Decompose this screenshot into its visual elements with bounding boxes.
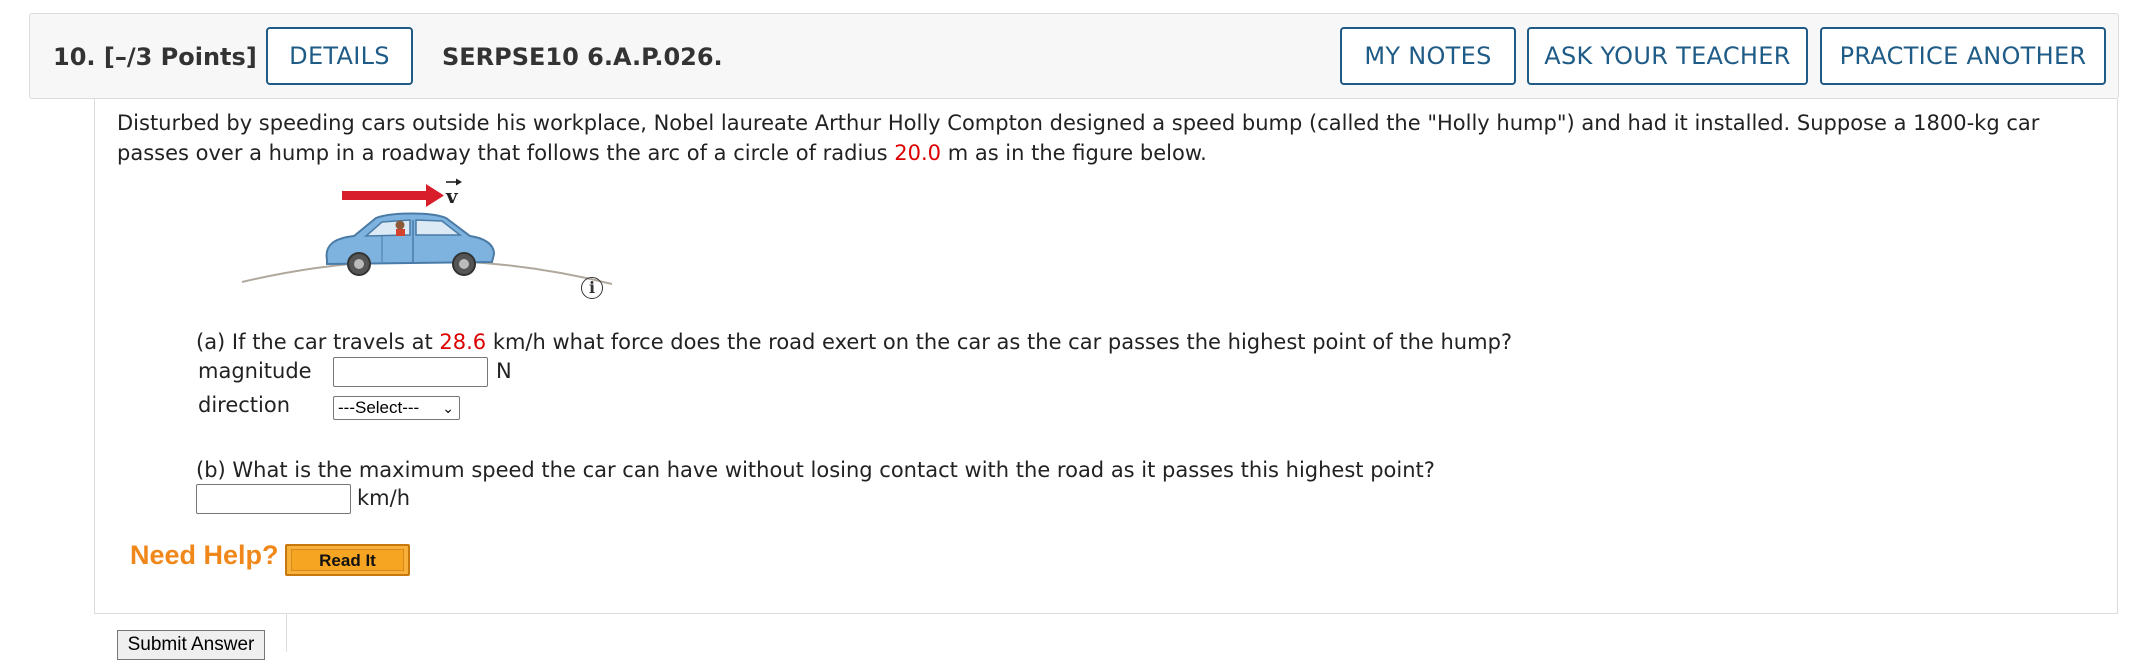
max-speed-input[interactable]	[196, 484, 351, 514]
submit-answer-button[interactable]: Submit Answer	[117, 630, 265, 660]
info-icon[interactable]: i	[581, 277, 603, 299]
max-speed-unit: km/h	[357, 486, 411, 510]
my-notes-button[interactable]: MY NOTES	[1340, 27, 1516, 85]
magnitude-label: magnitude	[198, 359, 312, 383]
divider	[286, 614, 287, 652]
need-help-label: Need Help?	[130, 540, 279, 570]
problem-statement-text-end: m as in the figure below.	[941, 141, 1207, 165]
read-it-button[interactable]: Read It	[285, 544, 410, 576]
car-on-hump-figure: v	[241, 178, 612, 285]
velocity-label: v	[445, 184, 459, 208]
chevron-down-icon: ⌄	[442, 400, 454, 416]
magnitude-unit: N	[496, 359, 512, 383]
direction-label: direction	[198, 393, 291, 417]
hump-arc	[241, 259, 612, 285]
part-a-text-end: km/h what force does the road exert on t…	[486, 330, 1513, 354]
question-header: 10. [–/3 Points] DETAILS SERPSE10 6.A.P.…	[29, 13, 2119, 99]
part-b-question: (b) What is the maximum speed the car ca…	[196, 458, 1435, 482]
direction-select[interactable]: ---Select--- ⌄	[333, 396, 460, 420]
velocity-vector-arrow	[342, 184, 444, 207]
read-it-label: Read It	[291, 549, 404, 571]
speed-value: 28.6	[439, 330, 487, 354]
ask-your-teacher-button[interactable]: ASK YOUR TEACHER	[1527, 27, 1808, 85]
direction-select-value: ---Select---	[338, 398, 420, 417]
question-number: 10.	[53, 43, 96, 71]
problem-code: SERPSE10 6.A.P.026.	[442, 43, 723, 71]
part-a-text: (a) If the car travels at	[196, 330, 440, 354]
car-icon	[325, 212, 496, 276]
points-label: [–/3 Points]	[103, 43, 257, 71]
details-button[interactable]: DETAILS	[266, 27, 413, 85]
practice-another-button[interactable]: PRACTICE ANOTHER	[1820, 27, 2106, 85]
question-number-points: 10. [–/3 Points]	[53, 14, 257, 100]
problem-statement: Disturbed by speeding cars outside his w…	[117, 108, 2107, 168]
part-a-question: (a) If the car travels at 28.6 km/h what…	[196, 327, 1512, 357]
magnitude-input[interactable]	[333, 357, 488, 387]
radius-value: 20.0	[894, 141, 942, 165]
